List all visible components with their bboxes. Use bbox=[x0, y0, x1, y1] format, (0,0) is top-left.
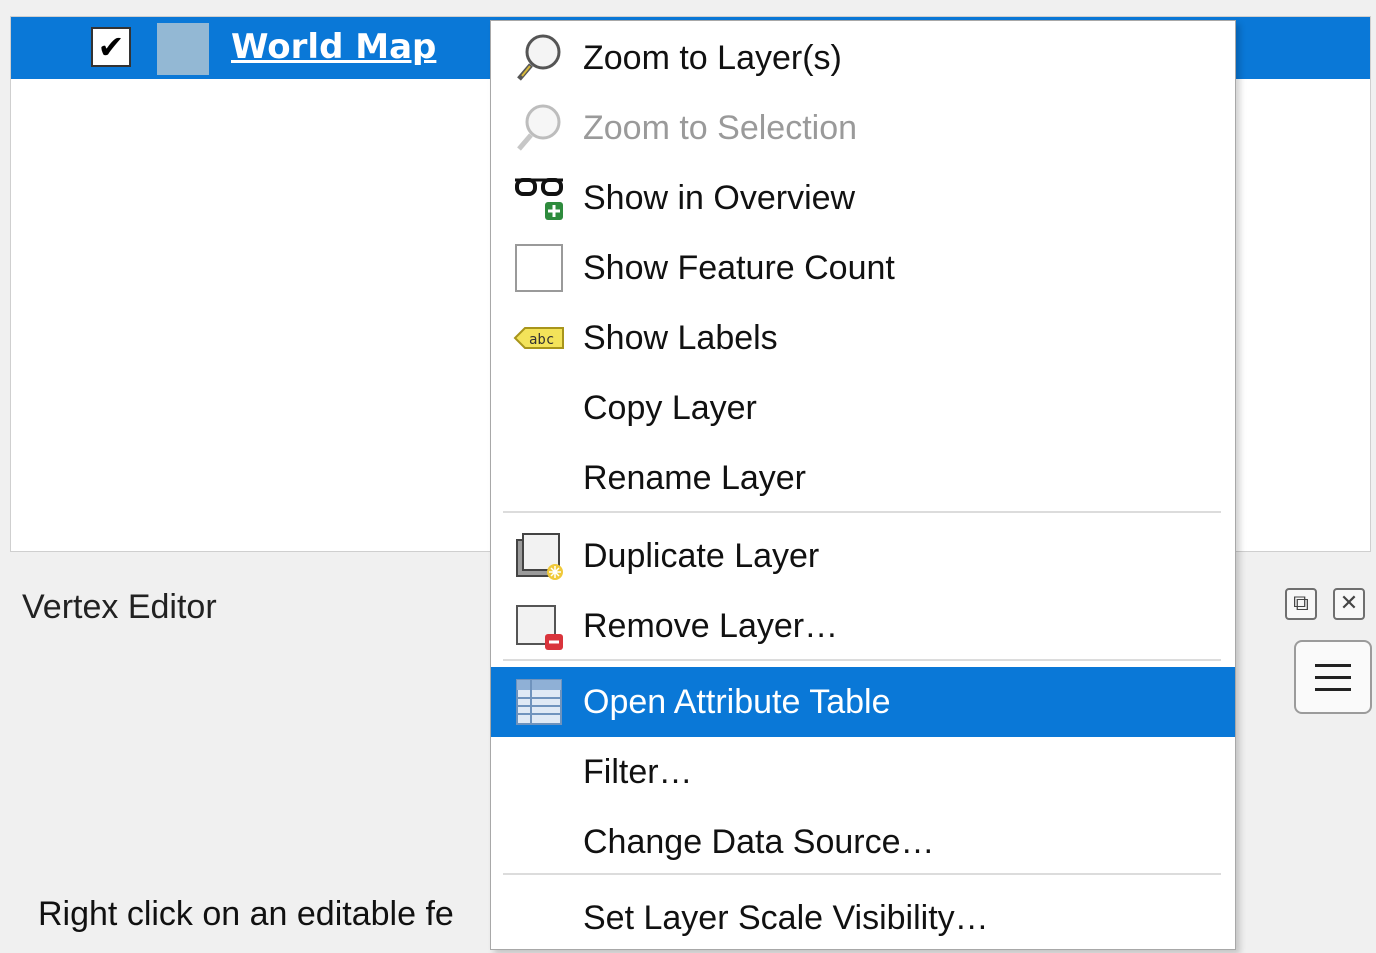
vertex-editor-title: Vertex Editor bbox=[22, 588, 217, 626]
menu-item-zoom-to-layers[interactable]: Zoom to Layer(s) bbox=[491, 23, 1235, 93]
menu-separator bbox=[503, 659, 1221, 661]
menu-item-label: Set Layer Scale Visibility… bbox=[583, 898, 989, 937]
float-window-icon: ⧉ bbox=[1293, 591, 1309, 616]
layer-symbol-swatch[interactable] bbox=[157, 23, 209, 75]
checkbox-icon bbox=[513, 242, 565, 294]
menu-item-filter[interactable]: Filter… bbox=[491, 737, 1235, 807]
menu-item-open-attribute-table[interactable]: Open Attribute Table bbox=[491, 667, 1235, 737]
menu-item-copy-layer[interactable]: Copy Layer bbox=[491, 373, 1235, 443]
menu-item-label: Show Feature Count bbox=[583, 248, 895, 287]
menu-item-label: Remove Layer… bbox=[583, 606, 839, 645]
menu-item-label: Copy Layer bbox=[583, 388, 757, 427]
menu-item-set-layer-scale-visibility[interactable]: Set Layer Scale Visibility… bbox=[491, 883, 1235, 953]
close-dock-button[interactable]: ✕ bbox=[1333, 588, 1365, 620]
layer-visibility-checkbox[interactable]: ✔ bbox=[91, 27, 131, 67]
checkmark-icon: ✔ bbox=[97, 28, 125, 66]
menu-item-label: Duplicate Layer bbox=[583, 536, 820, 575]
menu-item-label: Open Attribute Table bbox=[583, 682, 891, 721]
close-icon: ✕ bbox=[1339, 591, 1359, 616]
remove-layer-icon bbox=[513, 600, 565, 652]
menu-item-show-feature-count[interactable]: Show Feature Count bbox=[491, 233, 1235, 303]
menu-item-label: Show in Overview bbox=[583, 178, 856, 217]
menu-item-label: Change Data Source… bbox=[583, 822, 935, 861]
zoom-magnifier-icon bbox=[513, 32, 565, 84]
menu-item-remove-layer[interactable]: Remove Layer… bbox=[491, 591, 1235, 661]
hamburger-line bbox=[1315, 687, 1351, 691]
label-abc-icon: abc bbox=[513, 312, 565, 364]
vertex-editor-hint: Right click on an editable fe bbox=[38, 895, 454, 933]
layer-context-menu: Zoom to Layer(s) Zoom to Selection Show … bbox=[490, 20, 1236, 950]
hamburger-line bbox=[1315, 663, 1351, 667]
menu-item-show-in-overview[interactable]: Show in Overview bbox=[491, 163, 1235, 233]
menu-item-show-labels[interactable]: abc Show Labels bbox=[491, 303, 1235, 373]
menu-item-label: Zoom to Layer(s) bbox=[583, 38, 842, 77]
menu-item-label: Show Labels bbox=[583, 318, 778, 357]
float-dock-button[interactable]: ⧉ bbox=[1285, 588, 1317, 620]
svg-text:abc: abc bbox=[529, 332, 554, 348]
glasses-add-icon bbox=[513, 172, 565, 224]
hamburger-line bbox=[1315, 675, 1351, 679]
menu-separator bbox=[503, 873, 1221, 875]
attribute-table-icon bbox=[513, 676, 565, 728]
menu-item-change-data-source[interactable]: Change Data Source… bbox=[491, 807, 1235, 877]
menu-item-zoom-to-selection: Zoom to Selection bbox=[491, 93, 1235, 163]
vertex-editor-menu-button[interactable] bbox=[1294, 640, 1372, 714]
menu-separator bbox=[503, 511, 1221, 513]
menu-item-label: Rename Layer bbox=[583, 458, 807, 497]
menu-item-rename-layer[interactable]: Rename Layer bbox=[491, 443, 1235, 513]
zoom-selection-icon bbox=[513, 102, 565, 154]
menu-item-duplicate-layer[interactable]: Duplicate Layer bbox=[491, 521, 1235, 591]
menu-item-label: Zoom to Selection bbox=[583, 108, 858, 147]
menu-item-label: Filter… bbox=[583, 752, 693, 791]
duplicate-layer-icon bbox=[513, 530, 565, 582]
layer-name[interactable]: World Map bbox=[231, 25, 436, 69]
